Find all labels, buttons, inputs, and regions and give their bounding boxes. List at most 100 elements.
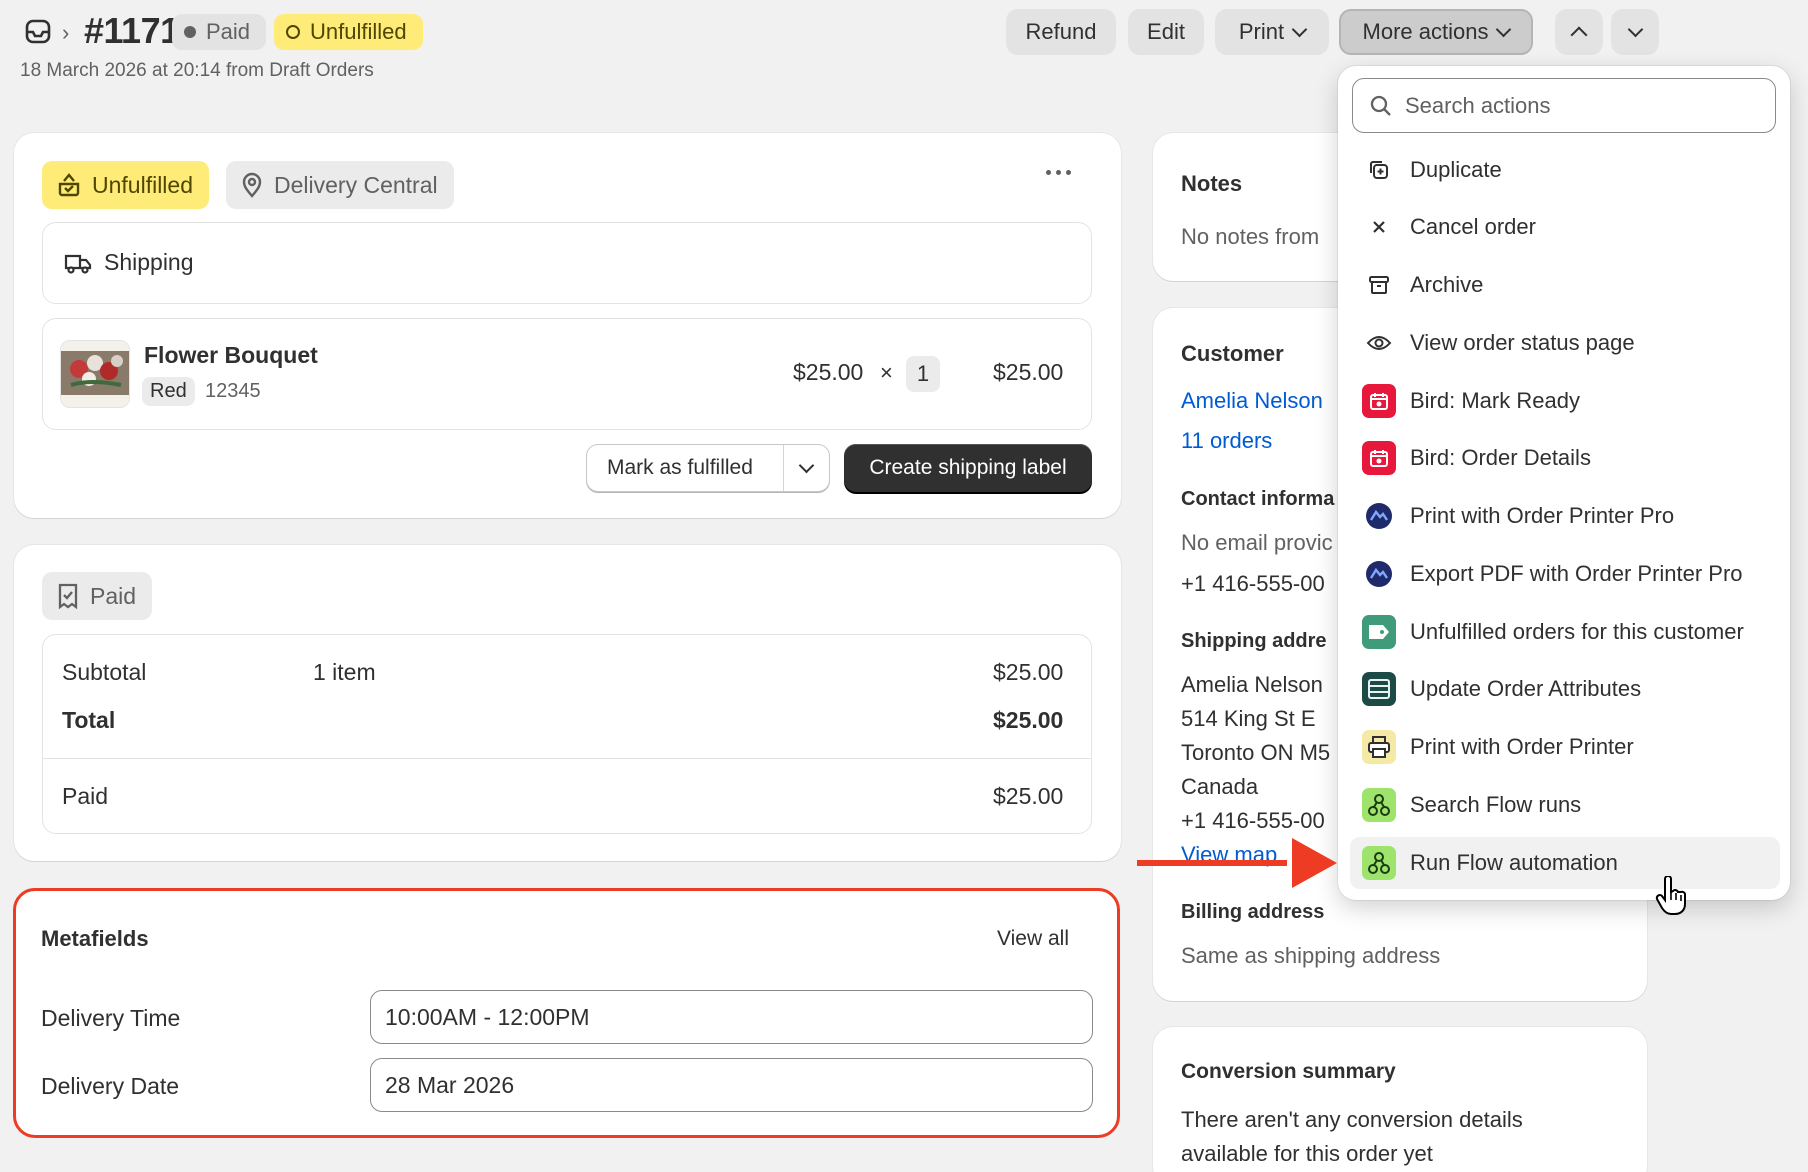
printer-app-icon [1362,730,1396,764]
menu-item-bird-order-details[interactable]: Bird: Order Details [1350,432,1780,484]
contact-info-title: Contact informa [1181,488,1335,510]
location-chip: Delivery Central [226,161,454,209]
menu-item-label: Print with Order Printer Pro [1410,503,1675,528]
customer-title: Customer [1181,341,1284,366]
total-value: $25.00 [993,707,1064,733]
paid-value: $25.00 [993,783,1064,809]
fulfillment-status-badge: Unfulfilled [274,14,423,50]
conversion-title: Conversion summary [1181,1060,1396,1083]
menu-item-print-order-printer[interactable]: Print with Order Printer [1350,721,1780,773]
next-order-button[interactable] [1611,9,1659,55]
menu-item-print-order-printer-pro[interactable]: Print with Order Printer Pro [1350,490,1780,542]
breadcrumb-chevron-icon: › [62,20,70,45]
menu-item-search-flow-runs[interactable]: Search Flow runs [1350,779,1780,831]
notes-text: No notes from [1181,224,1320,249]
product-name[interactable]: Flower Bouquet [144,342,318,369]
line-total: $25.00 [993,359,1064,385]
more-options-icon[interactable] [1046,170,1071,175]
menu-item-duplicate[interactable]: Duplicate [1350,144,1780,196]
annotation-arrow-icon [1137,838,1337,894]
chip-label: Paid [90,582,137,609]
search-actions-input[interactable]: Search actions [1352,78,1776,133]
menu-item-bird-mark-ready[interactable]: Bird: Mark Ready [1350,375,1780,427]
unfulfilled-chip: Unfulfilled [42,161,209,209]
multiply-sign: × [880,360,893,385]
bird-app-icon [1362,384,1396,418]
divider [42,758,1092,759]
conversion-text: available for this order yet [1181,1141,1433,1166]
close-icon [1362,210,1396,244]
mark-as-fulfilled-button[interactable]: Mark as fulfilled [586,444,830,492]
unit-price: $25.00 [793,359,864,385]
bird-app-icon [1362,441,1396,475]
paid-label: Paid [62,783,109,809]
billing-address-text: Same as shipping address [1181,943,1441,968]
chevron-down-icon [1291,21,1308,37]
subtotal-label: Subtotal [62,659,147,685]
conversion-text: There aren't any conversion details [1181,1107,1523,1132]
more-actions-button[interactable]: More actions [1339,9,1533,55]
button-label: Mark as fulfilled [607,456,753,479]
create-shipping-label-button[interactable]: Create shipping label [844,444,1092,492]
menu-item-label: Search Flow runs [1410,792,1582,817]
archive-icon [1362,268,1396,302]
delivery-date-field[interactable]: 28 Mar 2026 [370,1058,1093,1112]
product-thumbnail[interactable] [60,340,130,408]
address-line: +1 416-555-00 [1181,808,1325,833]
eye-icon [1362,326,1396,360]
badge-label: Unfulfilled [310,19,407,44]
phone-text: +1 416-555-00 [1181,571,1325,596]
orders-icon[interactable] [24,18,54,46]
order-printer-pro-icon [1362,499,1396,533]
ring-icon [286,25,300,39]
menu-item-cancel-order[interactable]: Cancel order [1350,201,1780,253]
menu-item-run-flow-automation[interactable]: Run Flow automation [1350,837,1780,889]
billing-address-title: Billing address [1181,901,1325,923]
menu-item-view-order-status[interactable]: View order status page [1350,317,1780,369]
edit-button[interactable]: Edit [1128,9,1204,55]
chip-label: Delivery Central [274,171,438,198]
menu-item-label: Update Order Attributes [1410,676,1642,701]
delivery-time-label: Delivery Time [41,1005,181,1031]
view-all-link[interactable]: View all [997,927,1069,951]
menu-item-update-order-attributes[interactable]: Update Order Attributes [1350,663,1780,715]
page-title: #1171 [84,10,180,51]
menu-item-label: Unfulfilled orders for this customer [1410,619,1744,644]
customer-name-link[interactable]: Amelia Nelson [1181,388,1323,414]
menu-item-label: Cancel order [1410,214,1536,239]
customer-orders-link[interactable]: 11 orders [1181,428,1272,454]
previous-order-button[interactable] [1555,9,1603,55]
menu-item-label: Duplicate [1410,157,1502,182]
badge-label: Paid [206,19,251,44]
attributes-app-icon [1362,672,1396,706]
fulfill-options-toggle[interactable] [784,457,829,473]
total-label: Total [62,707,116,733]
menu-item-label: Export PDF with Order Printer Pro [1410,561,1743,586]
refund-button[interactable]: Refund [1006,9,1116,55]
chevron-up-icon [1570,26,1588,44]
dot-icon [184,26,196,38]
button-label: Refund [1025,19,1097,44]
payment-status-badge: Paid [172,14,267,50]
menu-item-unfulfilled-orders-customer[interactable]: Unfulfilled orders for this customer [1350,606,1780,658]
variant-badge: Red [142,377,195,406]
tag-app-icon [1362,615,1396,649]
menu-item-export-pdf-order-printer-pro[interactable]: Export PDF with Order Printer Pro [1350,548,1780,600]
address-line: Amelia Nelson [1181,672,1323,697]
metafields-title: Metafields [41,926,149,951]
address-line: 514 King St E [1181,706,1316,731]
flow-icon [1362,846,1396,880]
shipping-method-label: Shipping [104,249,194,275]
order-printer-pro-icon [1362,557,1396,591]
hand-cursor-icon [1655,875,1689,922]
chip-label: Unfulfilled [92,171,193,198]
menu-item-label: Archive [1410,272,1484,297]
print-button[interactable]: Print [1215,9,1329,55]
menu-item-archive[interactable]: Archive [1350,259,1780,311]
menu-item-label: Print with Order Printer [1410,734,1634,759]
subtotal-value: $25.00 [993,659,1064,685]
delivery-time-field[interactable]: 10:00AM - 12:00PM [370,990,1093,1044]
subtotal-items: 1 item [313,659,376,685]
address-line: Toronto ON M5 [1181,740,1331,765]
duplicate-icon [1362,153,1396,187]
